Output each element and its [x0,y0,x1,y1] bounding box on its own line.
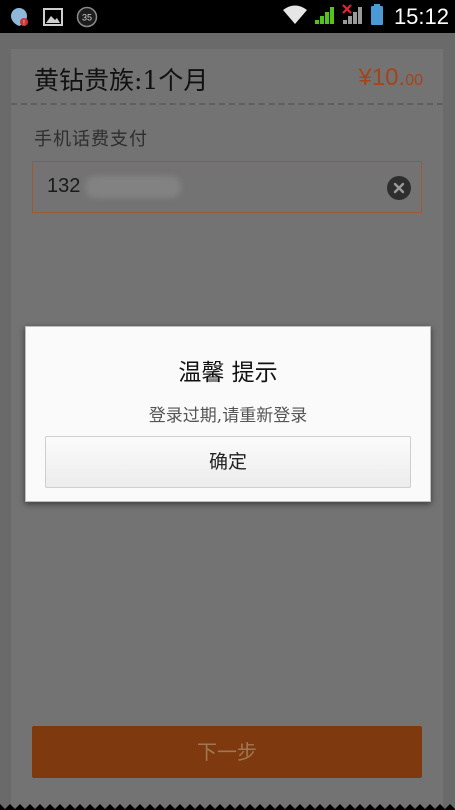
status-bar-right: 15:12 [282,4,449,30]
phone-number-value: 132 [47,175,81,197]
price: ¥10.00 [358,64,423,92]
wifi-icon [282,5,308,29]
status-time: 15:12 [393,4,449,29]
price-main: ¥10. [358,64,406,91]
order-header: 黄钻贵族:1个月 ¥10.00 [11,49,443,105]
dialog-message: 登录过期,请重新登录 [148,406,308,426]
next-step-button[interactable]: 下一步 [32,726,422,778]
alert-dialog: 温馨 提示 登录过期,请重新登录 确定 [25,326,431,502]
product-title: 黄钻贵族:1个月 [34,66,209,95]
signal-icon [314,5,336,29]
price-cents: 00 [405,72,423,89]
gallery-icon [42,6,64,28]
status-bar-left: ! 35 [8,6,98,28]
badge-count: 35 [82,13,92,23]
notification-icon: ! [8,6,30,28]
dialog-title: 温馨 提示 [178,360,278,386]
redacted-number [85,176,181,198]
dialog-confirm-button[interactable]: 确定 [45,436,411,488]
zigzag-edge [0,804,455,810]
badge-icon: 35 [76,6,98,28]
clear-icon[interactable] [387,176,411,200]
payment-method-label: 手机话费支付 [34,129,148,150]
no-signal-icon [342,4,364,30]
phone-number-field[interactable]: 132 [32,161,422,213]
battery-icon [370,4,384,30]
status-bar: ! 35 15:12 [0,0,455,33]
